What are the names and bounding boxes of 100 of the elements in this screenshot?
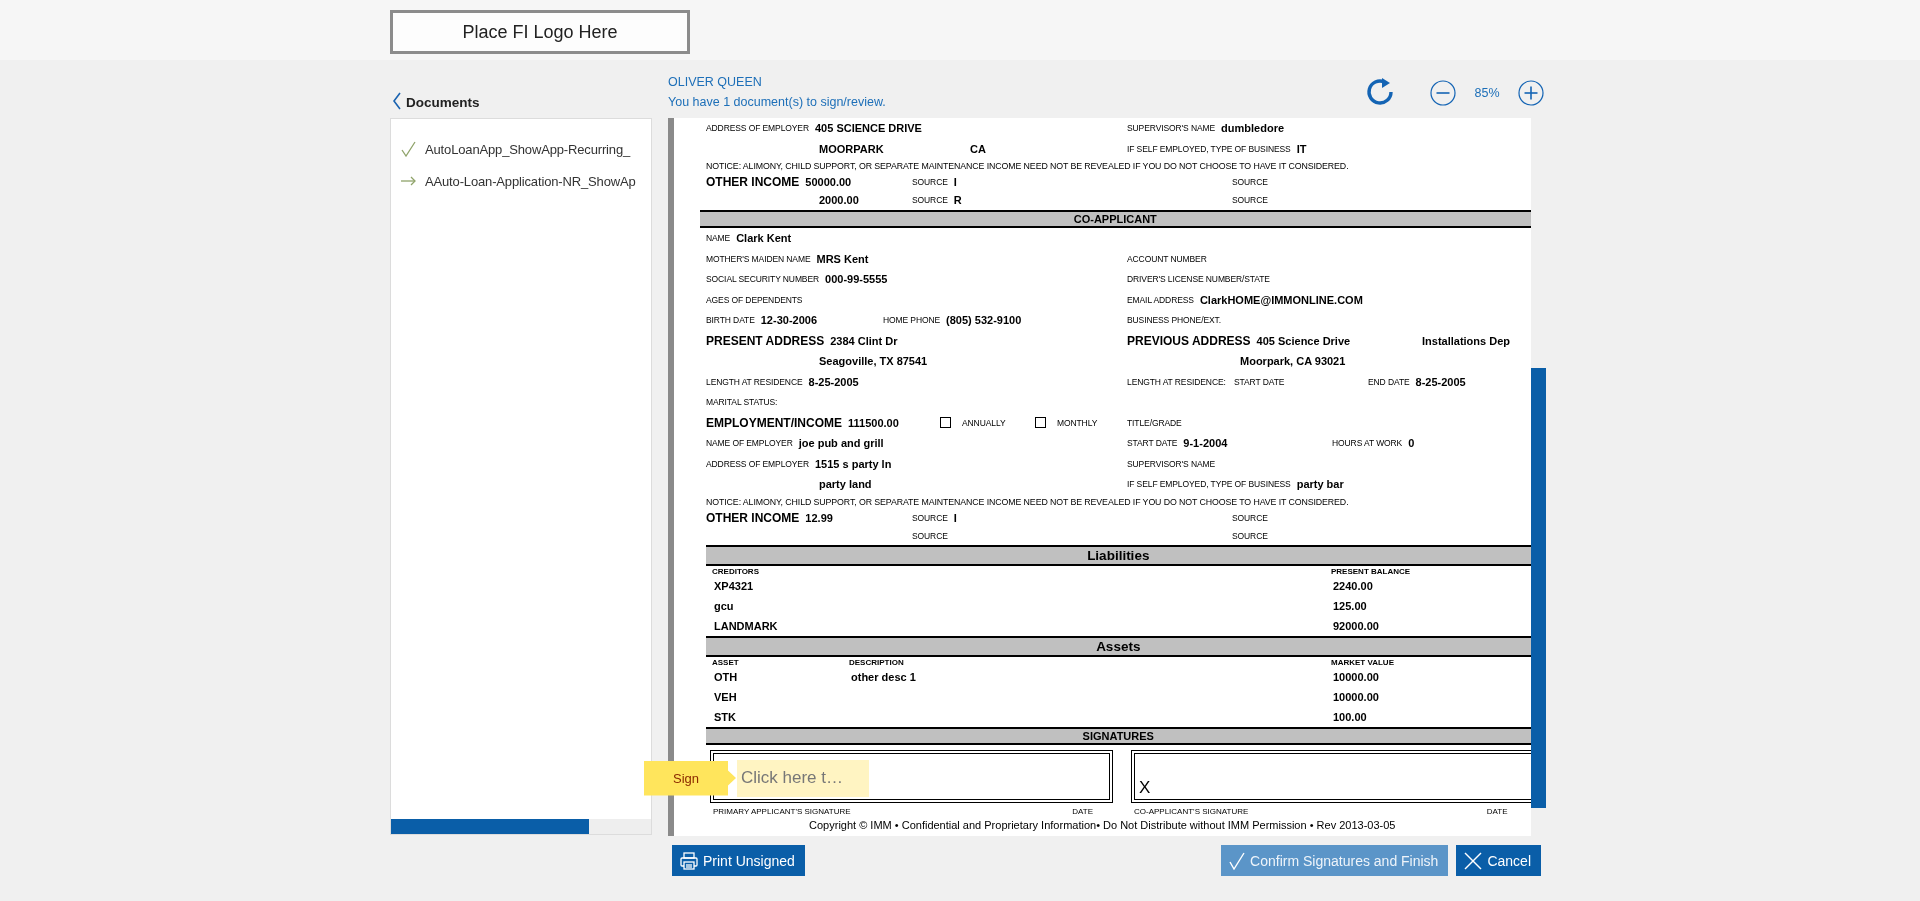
field-value: joe pub and grill	[798, 437, 884, 450]
field-label: SOURCE	[912, 512, 948, 523]
field-label: TITLE/GRADE	[1127, 417, 1182, 428]
field-value: R	[953, 194, 962, 206]
zoom-in-icon[interactable]	[1518, 80, 1544, 106]
field-value: party bar	[1296, 478, 1344, 491]
field-label: SOCIAL SECURITY NUMBER	[706, 274, 820, 285]
printer-icon	[680, 851, 698, 870]
print-button[interactable]: Print Unsigned	[672, 845, 805, 876]
table-cell-text: 2240.00	[1333, 579, 1374, 592]
cancel-button[interactable]: Cancel	[1456, 845, 1541, 876]
field-label: ADDRESS OF EMPLOYER	[706, 123, 809, 134]
refresh-icon[interactable]	[1366, 78, 1396, 108]
column-header: ASSET	[712, 657, 740, 667]
field-label: MARITAL STATUS:	[706, 397, 778, 408]
field-value: 111500.00	[848, 416, 899, 429]
table-cell-text: gcu	[714, 599, 735, 612]
field-label: OTHER INCOME	[706, 175, 800, 189]
field-value: 8-25-2005	[1415, 375, 1466, 388]
field-label: SOURCE	[1232, 530, 1268, 541]
field-value: Installations Dep	[1422, 334, 1511, 347]
field-label: LENGTH AT RESIDENCE	[706, 376, 803, 387]
table-cell-text: 10000.00	[1333, 690, 1380, 703]
sidebar-title: Documents	[406, 95, 480, 110]
date-caption: DATE	[1072, 806, 1093, 816]
field-label: IF SELF EMPLOYED, TYPE OF BUSINESS	[1127, 143, 1291, 154]
signature-caption: CO-APPLICANT'S SIGNATURE	[1134, 806, 1249, 816]
field-label: OTHER INCOME	[706, 510, 800, 525]
section-header: Assets	[706, 635, 1531, 657]
table-cell-text: VEH	[714, 690, 738, 703]
field-value: ClarkHOME@IMMONLINE.COM	[1199, 293, 1363, 306]
field-label: DRIVER'S LICENSE NUMBER/STATE	[1127, 274, 1270, 285]
column-header: PRESENT BALANCE	[1331, 566, 1412, 576]
signer-name: OLIVER QUEEN	[668, 75, 763, 89]
section-header: SIGNATURES	[706, 726, 1531, 745]
notice-text: NOTICE: ALIMONY, CHILD SUPPORT, OR SEPARATE MAINTENANCE INCOME NEED NOT BE REVEALED IF YOU DO NOT CHOOSE TO HAVE IT CONSIDERED.	[706, 160, 1350, 173]
sign-status-message: You have 1 document(s) to sign/review.	[668, 95, 886, 109]
document-item[interactable]: AutoLoanApp_ShowApp-Recurring_	[391, 133, 651, 165]
checkbox[interactable]	[940, 417, 951, 429]
checkbox[interactable]	[1035, 417, 1046, 429]
field-label: NAME OF EMPLOYER	[706, 438, 793, 449]
field-label: IF SELF EMPLOYED, TYPE OF BUSINESS	[1127, 479, 1291, 490]
section-header: CO-APPLICANT	[700, 210, 1531, 228]
field-value: 1515 s party ln	[814, 457, 892, 470]
notice-text: NOTICE: ALIMONY, CHILD SUPPORT, OR SEPARATE MAINTENANCE INCOME NEED NOT BE REVEALED IF YOU DO NOT CHOOSE TO HAVE IT CONSIDERED.	[706, 495, 1350, 509]
table-cell-text: LANDMARK	[714, 619, 779, 632]
table-cell-text: 92000.00	[1333, 619, 1380, 632]
table-cell-text: STK	[714, 710, 737, 723]
field-value: I	[953, 176, 957, 188]
column-header: CREDITORS	[712, 566, 760, 576]
signature-mark: X	[1139, 777, 1151, 798]
field-label: EMPLOYMENT/INCOME	[706, 415, 842, 430]
field-label: START DATE	[1234, 376, 1285, 387]
field-value: Moorpark, CA 93021	[1240, 355, 1346, 368]
field-value: 2384 Clint Dr	[830, 334, 898, 347]
field-label: START DATE	[1127, 438, 1178, 449]
close-icon	[1464, 851, 1483, 870]
field-label: PRESENT ADDRESS	[706, 333, 825, 348]
field-value: MOORPARK	[819, 142, 884, 155]
field-value: (805) 532-9100	[946, 314, 1022, 327]
field-label: ADDRESS OF EMPLOYER	[706, 458, 809, 469]
signature-input[interactable]: Click here t…	[737, 759, 869, 797]
table-cell-text: 10000.00	[1333, 670, 1380, 683]
zoom-out-icon[interactable]	[1430, 80, 1456, 106]
field-label: SOURCE	[912, 177, 948, 187]
field-value: 405 SCIENCE DRIVE	[814, 122, 922, 135]
field-label: SUPERVISOR'S NAME	[1127, 123, 1216, 134]
checkbox-label: ANNUALLY	[962, 417, 1006, 428]
document-item[interactable]: AAuto-Loan-Application-NR_ShowAp	[391, 165, 651, 197]
table-cell-text: 100.00	[1333, 710, 1368, 723]
field-label: NAME	[706, 233, 731, 244]
table-cell-text: other desc 1	[851, 670, 917, 683]
back-chevron-icon[interactable]	[392, 92, 401, 110]
checkbox-label: MONTHLY	[1057, 417, 1098, 428]
column-header: MARKET VALUE	[1331, 657, 1395, 667]
copyright-text: Copyright © IMM • Confidential and Proprietary Information• Do Not Distribute without IMM Permission • Rev 2013-03-05	[808, 817, 1397, 833]
field-label: HOME PHONE	[883, 315, 941, 326]
field-label: END DATE	[1368, 376, 1410, 387]
field-label: SOURCE	[1232, 195, 1268, 205]
date-caption: DATE	[1486, 806, 1508, 816]
field-value: IT	[1296, 142, 1307, 155]
table-cell-text: OTH	[714, 670, 739, 683]
field-label: EMAIL ADDRESS	[1127, 294, 1194, 305]
field-value: party land	[819, 478, 872, 491]
field-label: ACCOUNT NUMBER	[1127, 253, 1207, 264]
field-value: Seagoville, TX 87541	[819, 355, 928, 368]
zoom-level: 85%	[1473, 86, 1501, 100]
field-label: MOTHER'S MAIDEN NAME	[706, 253, 811, 264]
field-label: BIRTH DATE	[706, 315, 755, 326]
check-icon	[1229, 851, 1246, 870]
field-value: 12-30-2006	[760, 314, 818, 327]
field-value: 12.99	[805, 511, 833, 524]
check-icon	[401, 141, 416, 157]
field-label: SOURCE	[1232, 177, 1268, 187]
field-value: 405 Science Drive	[1256, 334, 1351, 347]
sign-button[interactable]: Sign	[644, 760, 736, 796]
column-header: DESCRIPTION	[849, 657, 905, 667]
field-label: SOURCE	[912, 530, 948, 541]
field-label: AGES OF DEPENDENTS	[706, 294, 803, 305]
field-label: SOURCE	[1232, 512, 1268, 523]
